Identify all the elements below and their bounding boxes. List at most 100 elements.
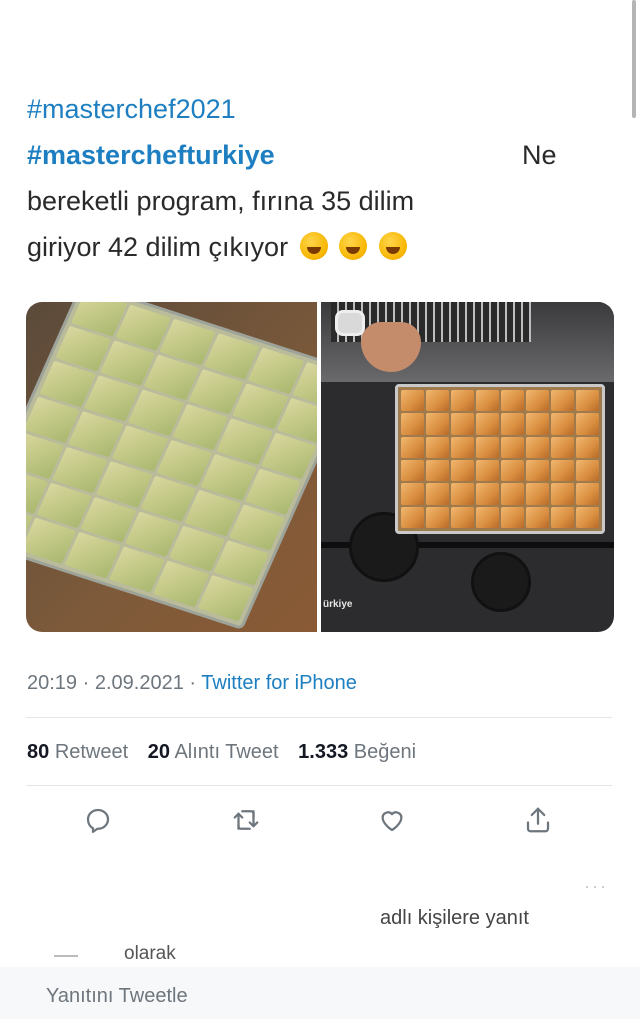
tweet-date[interactable]: 2.09.2021 [95, 672, 184, 694]
baklava-slice [401, 413, 424, 435]
baklava-slice [451, 413, 474, 435]
baklava-slice [551, 506, 574, 528]
scrollbar[interactable] [632, 0, 636, 118]
tweet-line-1: #masterchef2021 [27, 86, 587, 132]
meta-separator: · [189, 672, 197, 694]
baklava-slice [526, 506, 549, 528]
laughing-emoji-icon [339, 232, 368, 260]
baklava-slice [401, 506, 424, 528]
heart-icon [381, 811, 403, 832]
quote-stat[interactable]: 20 Alıntı Tweet [148, 741, 279, 763]
retweet-icon [233, 810, 259, 830]
tweet-media[interactable]: ürkiye [26, 302, 614, 632]
reply-button[interactable] [78, 800, 118, 840]
tweet-text: #masterchef2021 #masterchefturkiye Ne be… [27, 86, 587, 270]
tweet-text-ne: Ne [522, 140, 557, 170]
baklava-slice [501, 413, 524, 435]
baklava-slice [476, 413, 499, 435]
tweet-source-link[interactable]: Twitter for iPhone [201, 672, 357, 694]
baklava-slice [576, 436, 599, 458]
tweet-time[interactable]: 20:19 [27, 672, 77, 694]
baklava-slice [501, 436, 524, 458]
tweet-line-3: bereketli program, fırına 35 dilim [27, 186, 415, 216]
baklava-slice [476, 460, 499, 482]
baklava-slice [476, 436, 499, 458]
baklava-slice [501, 483, 524, 505]
baklava-slice [551, 483, 574, 505]
quote-label: Alıntı Tweet [174, 741, 279, 763]
baklava-slice [576, 413, 599, 435]
baklava-slice [551, 390, 574, 412]
baklava-slice [526, 460, 549, 482]
baklava-slice [526, 413, 549, 435]
media-image-left[interactable] [26, 302, 317, 632]
tweet-line-2: #masterchefturkiye Ne [27, 132, 587, 178]
more-options-icon[interactable]: ··· [584, 876, 608, 897]
baklava-slice [476, 390, 499, 412]
reply-input[interactable]: Yanıtını Tweetle [46, 985, 188, 1008]
hashtag-masterchefturkiye[interactable]: #masterchefturkiye [27, 140, 275, 170]
divider [26, 717, 612, 718]
divider [26, 785, 612, 786]
baklava-slice [576, 506, 599, 528]
baklava-slice [451, 506, 474, 528]
baklava-slice [426, 483, 449, 505]
baklava-slice [576, 390, 599, 412]
like-label: Beğeni [353, 741, 417, 763]
baklava-slice [426, 390, 449, 412]
reply-icon [86, 808, 110, 833]
wristwatch [335, 310, 365, 336]
laughing-emoji-icon [299, 232, 328, 260]
baklava-slice [401, 483, 424, 505]
baklava-slice [451, 483, 474, 505]
baklava-slice [401, 460, 424, 482]
green-baklava-tray [26, 302, 317, 630]
tweet-timestamp: 20:19 · 2.09.2021 · Twitter for iPhone [27, 672, 357, 695]
laughing-emoji-icon [378, 232, 407, 260]
faded-mark [54, 955, 78, 957]
baklava-slice [426, 460, 449, 482]
baked-baklava-tray [395, 384, 605, 534]
baklava-slice [476, 506, 499, 528]
share-button[interactable] [518, 800, 558, 840]
baklava-slice [551, 460, 574, 482]
baklava-slice [526, 390, 549, 412]
tweet-line-4: giriyor 42 dilim çıkıyor [27, 224, 587, 270]
replying-to-text[interactable]: adlı kişilere yanıt [380, 907, 529, 930]
baklava-slice [501, 506, 524, 528]
meta-separator: · [82, 672, 90, 694]
baklava-slice [426, 413, 449, 435]
baklava-slice [451, 390, 474, 412]
baklava-slice [401, 436, 424, 458]
baklava-slice [401, 390, 424, 412]
baklava-slice [451, 436, 474, 458]
baklava-slice [526, 483, 549, 505]
baklava-slice [551, 413, 574, 435]
like-button[interactable] [372, 800, 412, 840]
video-watermark: ürkiye [323, 599, 353, 610]
baklava-slice [526, 436, 549, 458]
retweet-button[interactable] [226, 800, 266, 840]
retweet-count: 80 [27, 741, 50, 763]
retweet-label: Retweet [54, 741, 129, 763]
like-count: 1.333 [298, 741, 349, 763]
baklava-slice [576, 460, 599, 482]
hashtag-masterchef2021[interactable]: #masterchef2021 [27, 94, 236, 124]
retweet-stat[interactable]: 80 Retweet [27, 741, 128, 763]
tweet-text-ending: giriyor 42 dilim çıkıyor [27, 232, 289, 262]
media-image-right[interactable]: ürkiye [321, 302, 614, 632]
share-icon [526, 807, 550, 833]
baklava-slice [476, 483, 499, 505]
quote-count: 20 [147, 741, 170, 763]
baklava-slice [551, 436, 574, 458]
baklava-slice [426, 506, 449, 528]
tweet-stats: 80 Retweet 20 Alıntı Tweet 1.333 Beğeni [27, 741, 416, 764]
baklava-slice [576, 483, 599, 505]
baklava-slice [501, 460, 524, 482]
reply-as-text: olarak [124, 943, 176, 959]
baklava-slice [426, 436, 449, 458]
baklava-slice [501, 390, 524, 412]
like-stat[interactable]: 1.333 Beğeni [298, 741, 416, 763]
tweet-actions [0, 800, 640, 844]
stove-burner [471, 552, 531, 612]
